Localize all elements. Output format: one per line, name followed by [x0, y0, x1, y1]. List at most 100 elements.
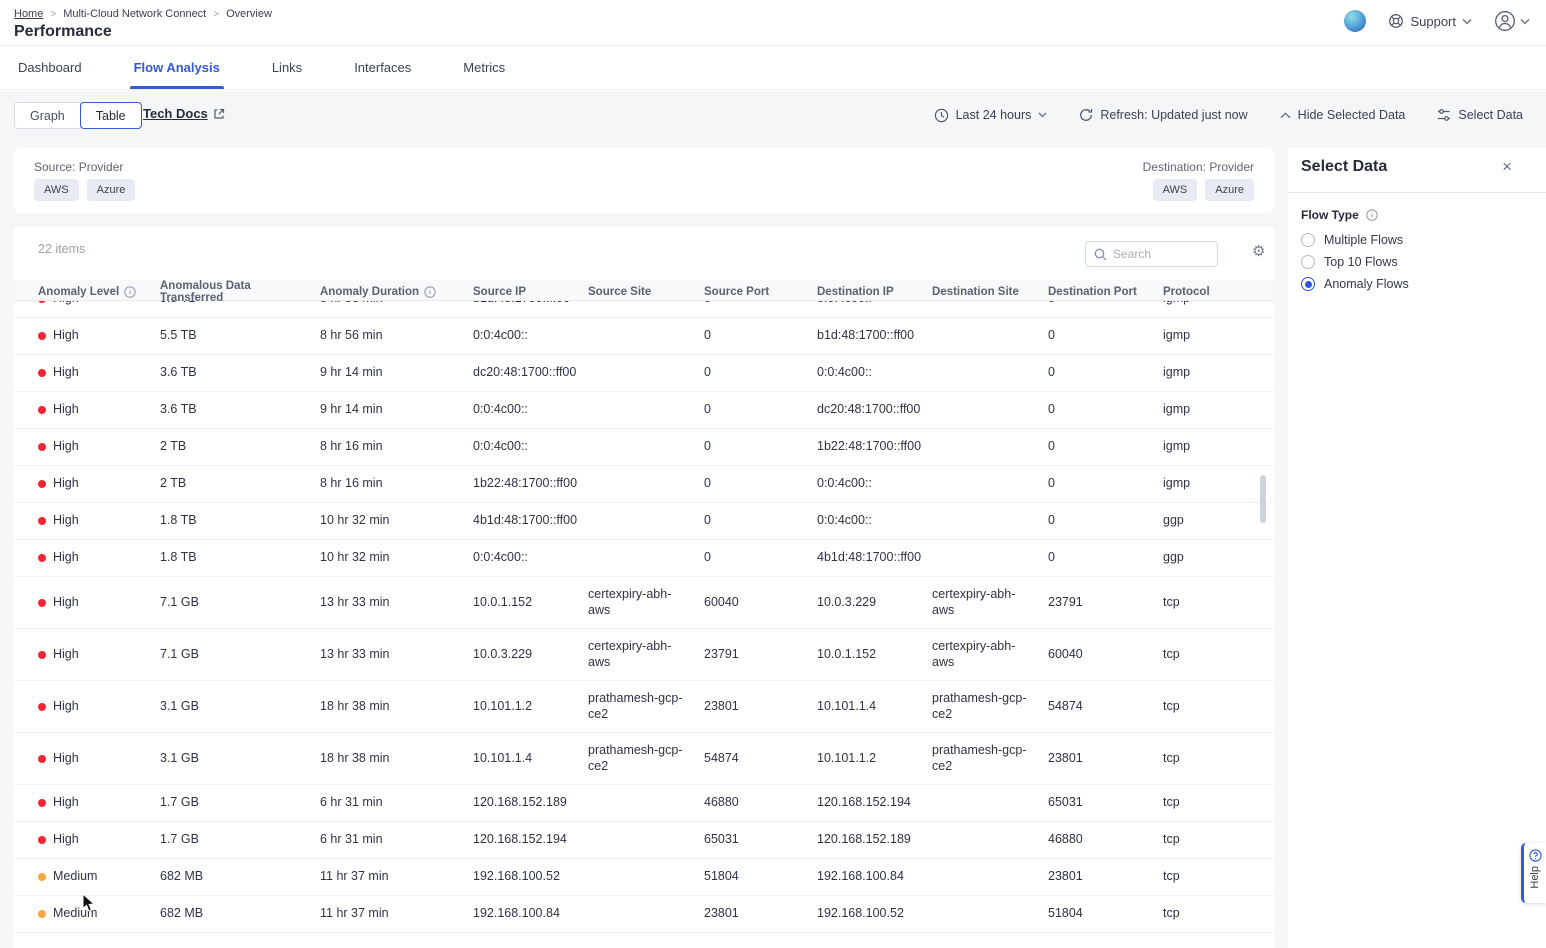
severity-dot-high	[38, 301, 46, 303]
anomaly-level-cell: High	[38, 439, 160, 455]
destination-provider-chip-aws[interactable]: AWS	[1153, 179, 1198, 201]
hide-selected-data-button[interactable]: Hide Selected Data	[1280, 108, 1406, 122]
radio-button[interactable]	[1301, 233, 1315, 247]
column-header-source-port: Source Port	[704, 286, 817, 298]
top-bar: Home > Multi-Cloud Network Connect > Ove…	[0, 0, 1546, 91]
column-header-anomaly-level: Anomaly Level	[38, 286, 160, 298]
table-row[interactable]: High3.1 GB18 hr 38 min10.101.1.2prathame…	[14, 681, 1274, 733]
table-settings-gear-icon[interactable]: ⚙	[1252, 244, 1265, 259]
duration-cell: 10 hr 32 min	[320, 550, 473, 566]
destination-ip-cell: 0:0:4c00::	[817, 476, 932, 492]
destination-ip-cell: 10.0.1.152	[817, 647, 932, 663]
info-icon[interactable]	[1366, 209, 1378, 221]
destination-ip-cell: 4b1d:48:1700::ff00	[817, 550, 932, 566]
refresh-button[interactable]: Refresh: Updated just now	[1079, 108, 1247, 122]
table-row[interactable]: High7.1 GB13 hr 33 min10.0.1.152certexpi…	[14, 577, 1274, 629]
destination-port-cell: 0	[1048, 439, 1163, 455]
time-range-selector[interactable]: Last 24 hours	[934, 108, 1048, 123]
protocol-cell: igmp	[1163, 301, 1274, 307]
tab-flow-analysis[interactable]: Flow Analysis	[134, 60, 220, 89]
support-menu[interactable]: Support	[1388, 13, 1472, 29]
hide-selected-data-label: Hide Selected Data	[1298, 108, 1406, 122]
source-ip-cell: 0:0:4c00::	[473, 402, 588, 418]
account-menu[interactable]	[1494, 10, 1530, 32]
severity-label: High	[53, 439, 79, 455]
data-transferred-cell: 5.5 TB	[160, 301, 320, 307]
tech-docs-label: Tech Docs	[143, 106, 208, 121]
table-row[interactable]: Medium682 MB11 hr 37 min192.168.100.5251…	[14, 859, 1274, 896]
protocol-cell: tcp	[1163, 647, 1274, 663]
column-label: Anomaly Duration	[320, 286, 419, 298]
select-data-button[interactable]: Select Data	[1437, 108, 1523, 122]
destination-site-cell: prathamesh-gcp-ce2	[932, 743, 1048, 774]
duration-cell: 9 hr 14 min	[320, 365, 473, 381]
severity-dot-high	[38, 406, 46, 414]
help-tab[interactable]: Help	[1521, 843, 1546, 903]
info-icon[interactable]	[424, 286, 436, 298]
source-port-cell: 23801	[704, 906, 817, 922]
source-port-cell: 23791	[704, 647, 817, 663]
severity-label: High	[53, 699, 79, 715]
flow-type-option-anomaly-flows[interactable]: Anomaly Flows	[1301, 276, 1409, 292]
table-row[interactable]: High3.1 GB18 hr 38 min10.101.1.4prathame…	[14, 733, 1274, 785]
anomaly-level-cell: High	[38, 550, 160, 566]
column-label: Destination Site	[932, 286, 1019, 298]
support-icon	[1388, 13, 1404, 29]
items-count: 22 items	[38, 242, 85, 256]
anomaly-level-cell: High	[38, 476, 160, 492]
tab-metrics[interactable]: Metrics	[463, 60, 505, 89]
table-view-button[interactable]: Table	[80, 102, 142, 129]
table-search	[1085, 241, 1218, 267]
column-header-source-site: Source Site	[588, 286, 704, 298]
protocol-cell: tcp	[1163, 699, 1274, 715]
table-row[interactable]: Medium682 MB11 hr 37 min192.168.100.8423…	[14, 896, 1274, 933]
severity-dot-medium	[38, 910, 46, 918]
column-header-destination-port: Destination Port	[1048, 286, 1163, 298]
source-ip-cell: 0:0:4c00::	[473, 550, 588, 566]
flow-type-option-top-10-flows[interactable]: Top 10 Flows	[1301, 254, 1409, 270]
table-row[interactable]: High1.8 TB10 hr 32 min0:0:4c00::04b1d:48…	[14, 540, 1274, 577]
table-row[interactable]: High2 TB8 hr 16 min1b22:48:1700::ff0000:…	[14, 466, 1274, 503]
graph-view-button[interactable]: Graph	[14, 102, 81, 129]
severity-label: High	[53, 795, 79, 811]
table-row[interactable]: High7.1 GB13 hr 33 min10.0.3.229certexpi…	[14, 629, 1274, 681]
info-icon[interactable]	[124, 286, 136, 298]
clock-icon	[934, 108, 949, 123]
severity-label: High	[53, 402, 79, 418]
source-provider-chip-aws[interactable]: AWS	[34, 179, 79, 201]
duration-cell: 13 hr 33 min	[320, 647, 473, 663]
table-row[interactable]: High1.8 TB10 hr 32 min4b1d:48:1700::ff00…	[14, 503, 1274, 540]
table-row[interactable]: High3.6 TB9 hr 14 mindc20:48:1700::ff000…	[14, 355, 1274, 392]
table-row[interactable]: High1.7 GB6 hr 31 min120.168.152.1946503…	[14, 822, 1274, 859]
tab-links[interactable]: Links	[272, 60, 302, 89]
data-transferred-cell: 1.8 TB	[160, 513, 320, 529]
destination-provider-chip-azure[interactable]: Azure	[1205, 179, 1254, 201]
table-scrollbar-thumb[interactable]	[1260, 475, 1266, 523]
radio-button[interactable]	[1301, 255, 1315, 269]
source-port-cell: 0	[704, 476, 817, 492]
panel-title: Select Data	[1301, 158, 1387, 176]
destination-site-cell: certexpiry-abh-aws	[932, 639, 1048, 670]
destination-ip-cell: b1d:48:1700::ff00	[817, 328, 932, 344]
tab-dashboard[interactable]: Dashboard	[18, 60, 82, 89]
close-icon[interactable]: ×	[1502, 158, 1512, 175]
anomaly-level-cell: High	[38, 699, 160, 715]
severity-label: High	[53, 513, 79, 529]
source-provider-chip-azure[interactable]: Azure	[87, 179, 136, 201]
table-row[interactable]: High5.5 TB8 hr 56 minb1d:48:1700::ff0000…	[14, 301, 1274, 318]
column-header-destination-ip: Destination IP	[817, 286, 932, 298]
tab-bar: Dashboard Flow Analysis Links Interfaces Met…	[0, 46, 1546, 90]
table-row[interactable]: High2 TB8 hr 16 min0:0:4c00::01b22:48:17…	[14, 429, 1274, 466]
data-transferred-cell: 1.7 GB	[160, 832, 320, 848]
table-row[interactable]: High1.7 GB6 hr 31 min120.168.152.1894688…	[14, 785, 1274, 822]
flow-type-option-multiple-flows[interactable]: Multiple Flows	[1301, 232, 1409, 248]
search-input[interactable]	[1113, 247, 1203, 261]
breadcrumb-home[interactable]: Home	[14, 8, 43, 20]
view-toggle: Graph Table	[14, 102, 142, 129]
radio-button[interactable]	[1301, 277, 1315, 291]
tab-interfaces[interactable]: Interfaces	[354, 60, 411, 89]
tech-docs-link[interactable]: Tech Docs	[143, 106, 225, 121]
table-row[interactable]: High3.6 TB9 hr 14 min0:0:4c00::0dc20:48:…	[14, 392, 1274, 429]
breadcrumb-multicloud[interactable]: Multi-Cloud Network Connect	[63, 8, 206, 20]
table-row[interactable]: High5.5 TB8 hr 56 min0:0:4c00::0b1d:48:1…	[14, 318, 1274, 355]
